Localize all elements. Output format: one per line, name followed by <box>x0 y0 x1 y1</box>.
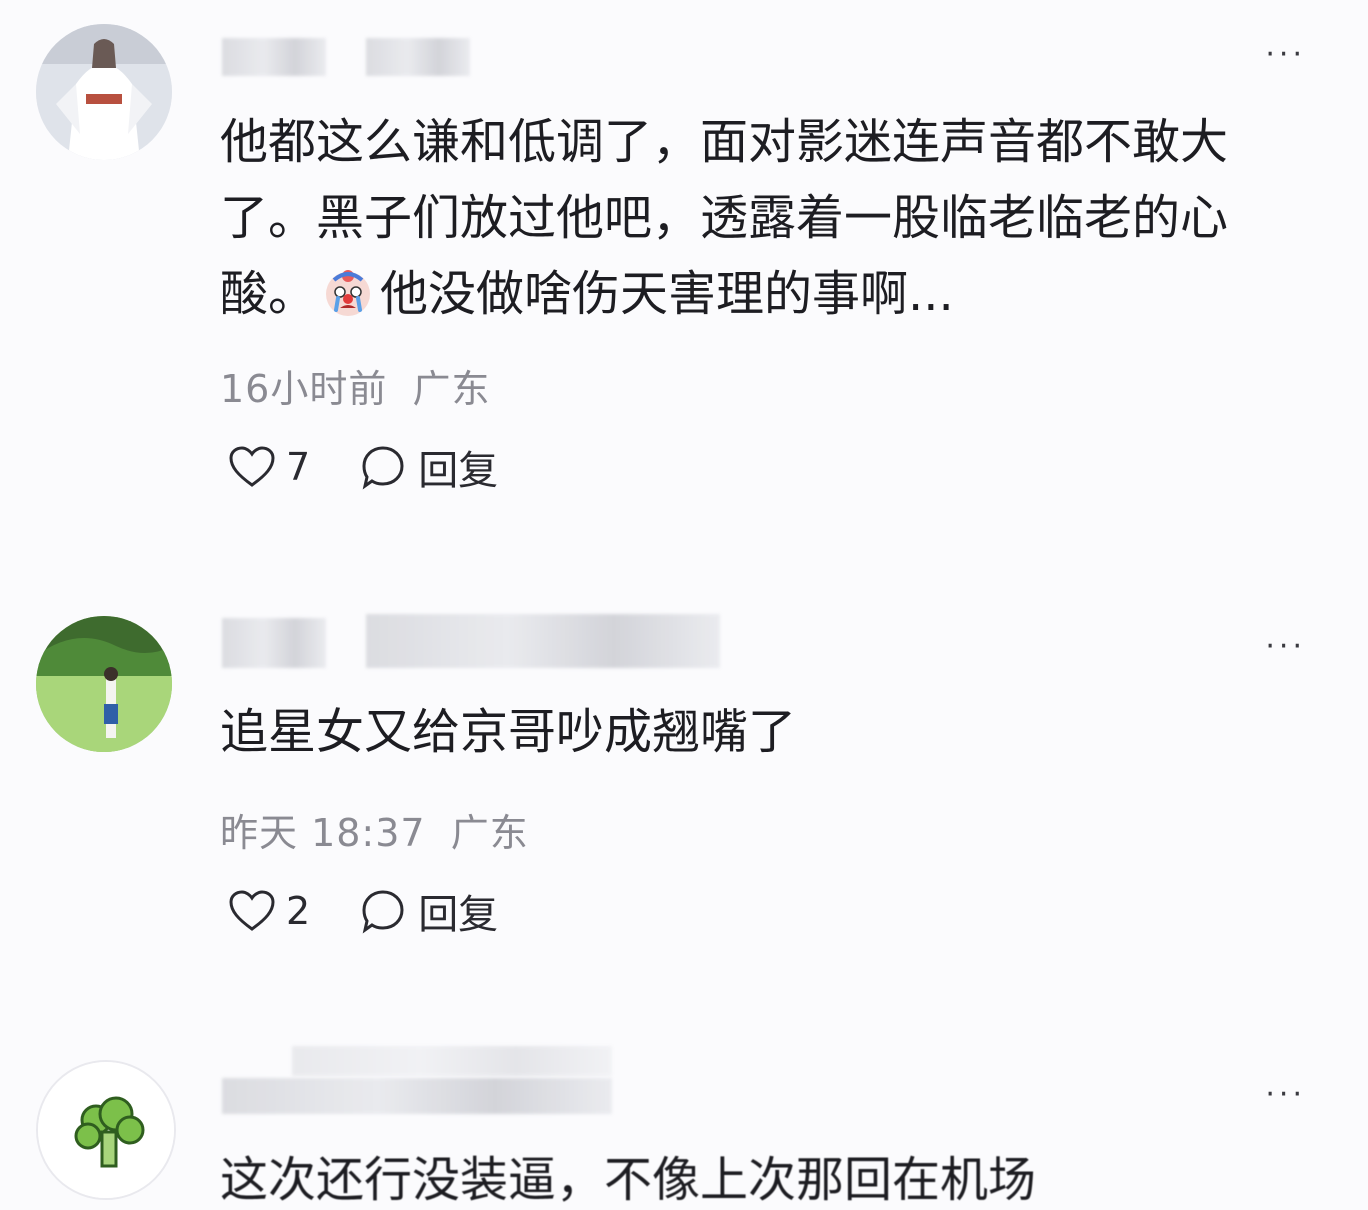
comment-bubble-icon <box>362 446 404 490</box>
crying-clown-emoji <box>322 264 374 316</box>
comment-text-part: 他没做啥伤天害理的事啊... <box>380 266 954 322</box>
comment-text-part: 追星女又给京哥吵成翘嘴了 <box>220 704 797 760</box>
like-count: 7 <box>286 445 311 489</box>
more-options-icon[interactable]: ··· <box>1265 632 1306 662</box>
like-button[interactable]: 2 <box>228 889 360 933</box>
reply-button[interactable]: 回复 <box>360 882 498 940</box>
comment-actions: 2 回复 <box>228 886 498 938</box>
comment-bubble-icon <box>362 890 404 934</box>
comment-meta: 昨天 18:37 广东 <box>220 802 529 857</box>
username-blurred[interactable] <box>222 38 326 76</box>
more-options-icon[interactable]: ··· <box>1265 40 1306 70</box>
more-options-icon[interactable]: ··· <box>1265 1080 1306 1110</box>
comment-location: 广东 <box>450 811 529 855</box>
username-blurred[interactable] <box>222 618 326 668</box>
heart-icon <box>229 890 275 931</box>
reply-label: 回复 <box>418 892 499 938</box>
user-badge-blurred <box>292 1046 612 1076</box>
comment-actions: 7 回复 <box>228 442 498 494</box>
user-badge-blurred <box>366 38 470 76</box>
heart-icon <box>229 446 275 487</box>
username-blurred[interactable] <box>222 1078 612 1114</box>
comment-location: 广东 <box>412 367 491 411</box>
avatar-image <box>36 24 172 160</box>
like-count: 2 <box>286 889 311 933</box>
comment-text: 追星女又给京哥吵成翘嘴了 <box>220 694 1300 770</box>
user-badge-blurred <box>366 614 720 668</box>
broccoli-icon <box>38 1062 174 1198</box>
comment-text-partial: 这次还行没装逼，不像上次那回在机场 <box>220 1152 1037 1208</box>
avatar[interactable] <box>36 616 172 752</box>
comment-meta: 16小时前 广东 <box>220 358 490 413</box>
reply-button[interactable]: 回复 <box>360 438 498 496</box>
comment-time: 昨天 18:37 <box>220 811 426 855</box>
like-button[interactable]: 7 <box>228 445 360 489</box>
avatar-image <box>36 616 172 752</box>
reply-label: 回复 <box>418 448 499 494</box>
avatar[interactable] <box>36 24 172 160</box>
avatar[interactable] <box>36 1060 176 1200</box>
comment-time: 16小时前 <box>220 367 388 411</box>
comment-text: 他都这么谦和低调了，面对影迷连声音都不敢大了。黑子们放过他吧，透露着一股临老临老… <box>220 104 1300 332</box>
